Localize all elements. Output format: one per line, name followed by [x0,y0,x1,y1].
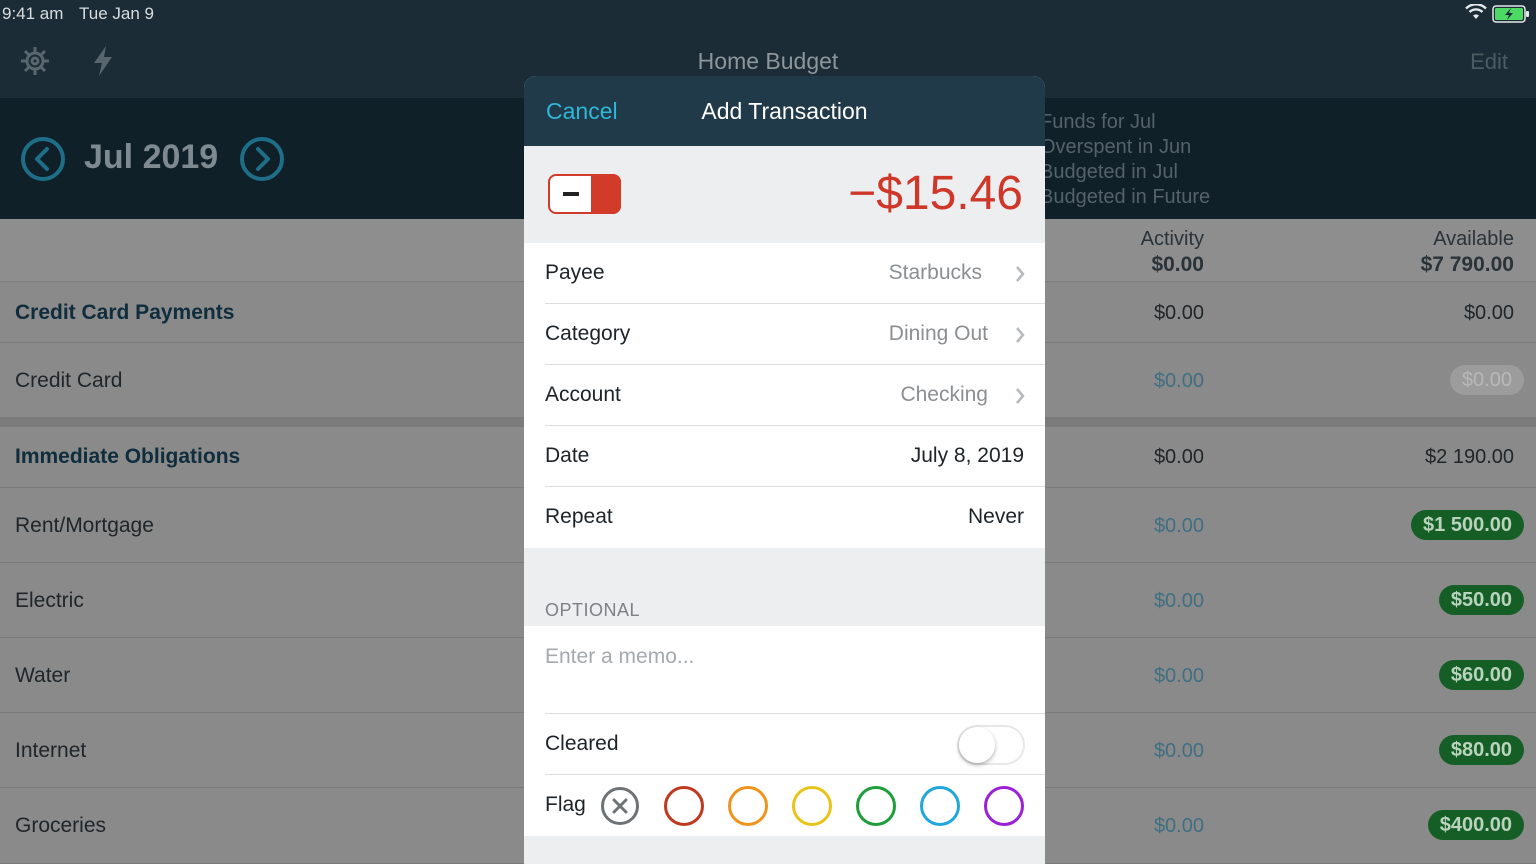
account-label: Account [545,383,621,406]
row-activity: $0.00 [1153,515,1204,537]
no-flag-icon[interactable] [600,786,640,826]
next-month-icon[interactable] [239,136,285,187]
row-activity: $0.00 [1153,446,1204,468]
cleared-label: Cleared [545,732,619,755]
chevron-right-icon [1015,265,1025,288]
app-title: Home Budget [697,48,839,74]
status-bar: 9:41 am Tue Jan 9 [0,0,1536,28]
toggle-knob [591,174,621,214]
available-label: Available [1433,228,1514,250]
category-label: Category [545,322,631,345]
repeat-row[interactable]: Repeat Never [524,487,1045,548]
status-time: 9:41 am [2,4,64,23]
minus-icon [563,192,579,196]
row-name: Groceries [15,814,107,837]
available-total: $7 790.00 [1420,253,1514,276]
flag-yellow-icon[interactable] [792,786,832,826]
modal-footer-space [524,836,1045,864]
row-activity: $0.00 [1153,590,1204,612]
row-activity: $0.00 [1153,302,1204,324]
available-pill[interactable]: $400.00 [1427,810,1524,840]
date-label: Date [545,444,590,467]
row-activity: $0.00 [1153,370,1204,392]
flag-orange-icon[interactable] [728,786,768,826]
activity-total: $0.00 [1151,253,1204,276]
flag-label: Flag [545,793,586,816]
status-date: Tue Jan 9 [79,4,154,23]
row-name: Credit Card [15,369,123,392]
row-name: Water [15,664,71,687]
activity-column-header: Activity $0.00 [1141,227,1204,277]
flag-red-icon[interactable] [664,786,704,826]
memo-input[interactable] [545,642,1015,672]
row-name: Electric [15,589,84,612]
available-pill[interactable]: $50.00 [1438,585,1524,615]
payee-value: Starbucks [888,261,982,284]
account-row[interactable]: Account Checking [524,365,1045,426]
previous-month-icon[interactable] [20,136,66,187]
funds-line: Budgeted in Future [1040,186,1211,208]
row-activity: $0.00 [1153,665,1204,687]
cleared-row: Cleared [524,714,1045,775]
optional-section-header: OPTIONAL [524,548,1045,626]
add-transaction-modal: Cancel Add Transaction −$15.46 Payee Sta… [524,76,1045,864]
switch-knob [959,727,995,763]
row-activity: $0.00 [1153,815,1204,837]
row-activity: $0.00 [1153,740,1204,762]
edit-button[interactable]: Edit [1470,49,1508,75]
modal-title: Add Transaction [701,98,868,124]
funds-line: Funds for Jul [1040,111,1156,133]
funds-line: Overspent in Jun [1040,136,1192,158]
account-value: Checking [900,383,988,406]
amount-value[interactable]: −$15.46 [848,166,1023,221]
funds-line: Budgeted in Jul [1040,161,1178,183]
row-available: $0.00 [1463,302,1514,324]
payee-label: Payee [545,261,605,284]
repeat-value: Never [967,505,1024,528]
memo-section [524,626,1045,714]
date-value: July 8, 2019 [910,444,1024,467]
category-row[interactable]: Category Dining Out [524,304,1045,365]
available-pill[interactable]: $0.00 [1449,365,1524,395]
available-pill[interactable]: $1 500.00 [1411,510,1524,540]
payee-row[interactable]: Payee Starbucks [524,243,1045,304]
available-pill[interactable]: $60.00 [1438,660,1524,690]
row-available: $2 190.00 [1425,446,1514,468]
funds-summary: Funds for Jul Overspent in Jun Budgeted … [1040,110,1210,210]
flag-purple-icon[interactable] [984,786,1024,826]
row-name: Credit Card Payments [15,301,235,324]
amount-section: −$15.46 [524,146,1045,243]
available-column-header: Available $7 790.00 [1421,227,1514,277]
flag-row: Flag [524,775,1045,836]
repeat-label: Repeat [545,505,613,528]
flag-blue-icon[interactable] [920,786,960,826]
flag-green-icon[interactable] [856,786,896,826]
category-value: Dining Out [888,322,988,345]
cleared-switch[interactable] [957,725,1025,765]
activity-label: Activity [1140,228,1204,250]
available-pill[interactable]: $80.00 [1438,735,1524,765]
row-name: Rent/Mortgage [15,514,154,537]
chevron-right-icon [1015,387,1025,410]
optional-label: OPTIONAL [545,600,641,620]
battery-icon [1492,5,1530,28]
month-label: Jul 2019 [84,138,219,176]
row-name: Internet [15,739,87,762]
wifi-icon [1465,3,1487,25]
chevron-right-icon [1015,326,1025,349]
row-name: Immediate Obligations [15,445,241,468]
modal-header: Cancel Add Transaction [524,76,1045,146]
expense-income-toggle[interactable] [548,174,621,214]
date-row[interactable]: Date July 8, 2019 [524,426,1045,487]
